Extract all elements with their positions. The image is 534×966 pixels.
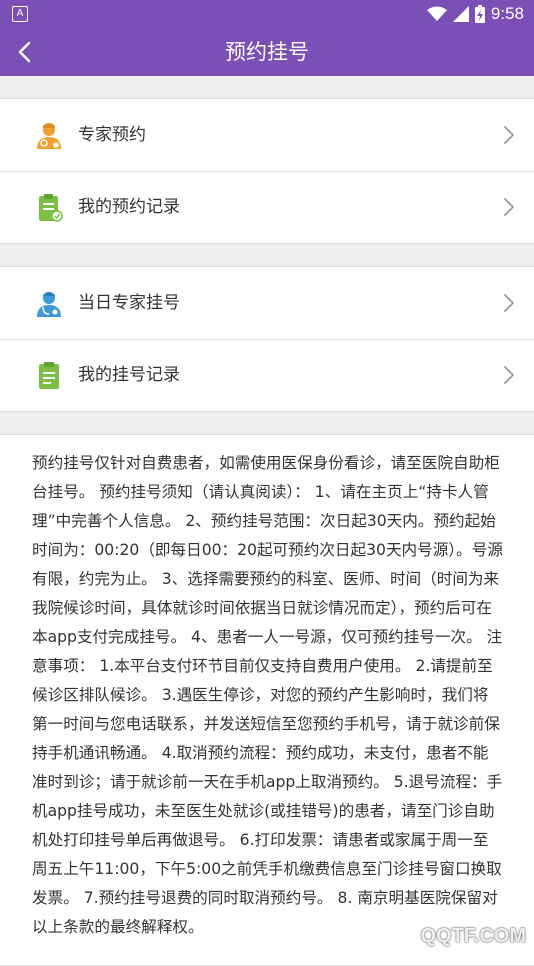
menu-item-label: 我的预约记录 (78, 197, 180, 217)
chevron-right-icon (504, 366, 514, 384)
clipboard-list-icon (39, 362, 59, 389)
notice-text: 预约挂号仅针对自费患者，如需使用医保身份看诊，请至医院自助柜台挂号。 预约挂号须… (32, 454, 503, 936)
menu-item-label: 我的挂号记录 (78, 365, 180, 385)
app-bar: 预约挂号 (0, 28, 534, 76)
battery-charging-icon (474, 5, 485, 23)
menu-group-appointment: 专家预约 我的预约记录 (0, 98, 534, 244)
menu-item-label: 专家预约 (78, 125, 146, 145)
wifi-icon (426, 6, 447, 21)
menu-item-same-day-expert[interactable]: 当日专家挂号 (0, 267, 534, 339)
menu-item-label: 当日专家挂号 (78, 293, 180, 313)
menu-item-my-registrations[interactable]: 我的挂号记录 (0, 339, 534, 411)
status-bar: A 9:58 (0, 0, 534, 28)
status-time: 9:58 (490, 4, 524, 23)
chevron-right-icon (504, 198, 514, 216)
chevron-right-icon (504, 126, 514, 144)
menu-item-expert-appointment[interactable]: 专家预约 (0, 99, 534, 171)
signal-icon (452, 6, 469, 22)
menu-item-my-appointments[interactable]: 我的预约记录 (0, 171, 534, 243)
clipboard-check-icon (39, 194, 63, 222)
chevron-right-icon (504, 294, 514, 312)
doctor-icon (37, 292, 61, 317)
menu-group-registration: 当日专家挂号 我的挂号记录 (0, 266, 534, 412)
expert-doctor-icon (37, 123, 61, 150)
app-notification-icon: A (12, 6, 28, 22)
watermark: QQTF.COM (420, 925, 526, 947)
page-title: 预约挂号 (225, 40, 309, 64)
status-icons: 9:58 (426, 4, 524, 24)
notice-panel: 预约挂号仅针对自费患者，如需使用医保身份看诊，请至医院自助柜台挂号。 预约挂号须… (0, 434, 534, 966)
